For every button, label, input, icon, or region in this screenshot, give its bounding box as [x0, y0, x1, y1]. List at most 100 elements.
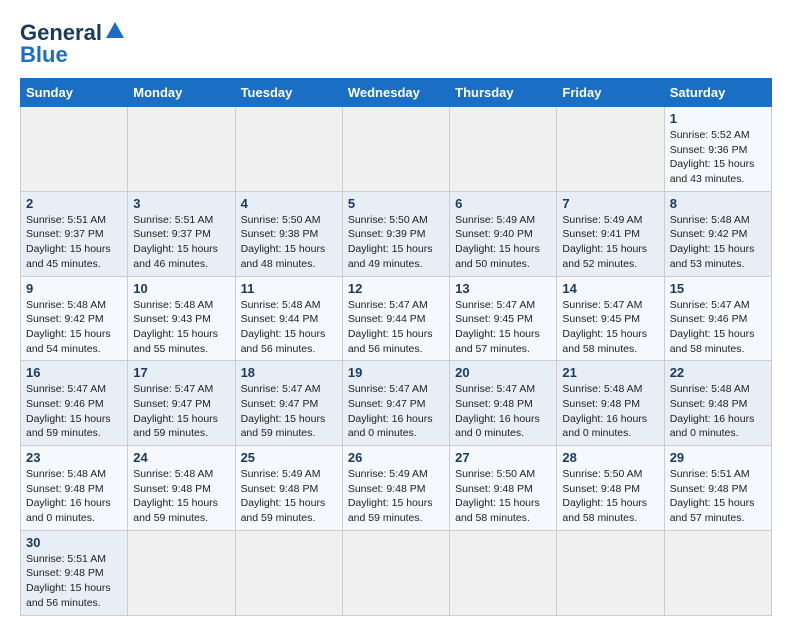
- day-info: Sunrise: 5:49 AMSunset: 9:48 PMDaylight:…: [348, 468, 433, 524]
- empty-cell: [450, 107, 557, 192]
- day-info: Sunrise: 5:52 AMSunset: 9:36 PMDaylight:…: [670, 129, 755, 185]
- calendar-day-27: 27 Sunrise: 5:50 AMSunset: 9:48 PMDaylig…: [450, 446, 557, 531]
- day-number: 25: [241, 450, 337, 465]
- calendar-body: 1 Sunrise: 5:52 AMSunset: 9:36 PMDayligh…: [21, 107, 772, 616]
- calendar-day-10: 10 Sunrise: 5:48 AMSunset: 9:43 PMDaylig…: [128, 276, 235, 361]
- day-info: Sunrise: 5:47 AMSunset: 9:45 PMDaylight:…: [562, 299, 647, 355]
- empty-cell: [235, 107, 342, 192]
- empty-cell: [128, 530, 235, 615]
- day-info: Sunrise: 5:48 AMSunset: 9:48 PMDaylight:…: [133, 468, 218, 524]
- day-info: Sunrise: 5:47 AMSunset: 9:46 PMDaylight:…: [670, 299, 755, 355]
- day-info: Sunrise: 5:51 AMSunset: 9:48 PMDaylight:…: [670, 468, 755, 524]
- day-number: 23: [26, 450, 122, 465]
- calendar-day-13: 13 Sunrise: 5:47 AMSunset: 9:45 PMDaylig…: [450, 276, 557, 361]
- empty-cell: [128, 107, 235, 192]
- calendar-day-12: 12 Sunrise: 5:47 AMSunset: 9:44 PMDaylig…: [342, 276, 449, 361]
- day-number: 8: [670, 196, 766, 211]
- page-header: General Blue: [20, 20, 772, 68]
- day-info: Sunrise: 5:51 AMSunset: 9:37 PMDaylight:…: [133, 214, 218, 270]
- calendar-day-28: 28 Sunrise: 5:50 AMSunset: 9:48 PMDaylig…: [557, 446, 664, 531]
- day-info: Sunrise: 5:48 AMSunset: 9:48 PMDaylight:…: [670, 383, 755, 439]
- day-number: 1: [670, 111, 766, 126]
- calendar-day-29: 29 Sunrise: 5:51 AMSunset: 9:48 PMDaylig…: [664, 446, 771, 531]
- empty-cell: [557, 107, 664, 192]
- logo: General Blue: [20, 20, 126, 68]
- day-number: 15: [670, 281, 766, 296]
- empty-cell: [342, 530, 449, 615]
- calendar-day-23: 23 Sunrise: 5:48 AMSunset: 9:48 PMDaylig…: [21, 446, 128, 531]
- calendar-day-6: 6 Sunrise: 5:49 AMSunset: 9:40 PMDayligh…: [450, 191, 557, 276]
- weekday-header-tuesday: Tuesday: [235, 79, 342, 107]
- day-info: Sunrise: 5:47 AMSunset: 9:47 PMDaylight:…: [241, 383, 326, 439]
- weekday-header-sunday: Sunday: [21, 79, 128, 107]
- calendar-day-1: 1 Sunrise: 5:52 AMSunset: 9:36 PMDayligh…: [664, 107, 771, 192]
- day-info: Sunrise: 5:50 AMSunset: 9:48 PMDaylight:…: [455, 468, 540, 524]
- day-number: 5: [348, 196, 444, 211]
- day-info: Sunrise: 5:50 AMSunset: 9:38 PMDaylight:…: [241, 214, 326, 270]
- weekday-header-saturday: Saturday: [664, 79, 771, 107]
- calendar-day-18: 18 Sunrise: 5:47 AMSunset: 9:47 PMDaylig…: [235, 361, 342, 446]
- weekday-header-friday: Friday: [557, 79, 664, 107]
- day-number: 16: [26, 365, 122, 380]
- calendar-day-5: 5 Sunrise: 5:50 AMSunset: 9:39 PMDayligh…: [342, 191, 449, 276]
- day-info: Sunrise: 5:48 AMSunset: 9:48 PMDaylight:…: [562, 383, 647, 439]
- day-number: 26: [348, 450, 444, 465]
- day-number: 29: [670, 450, 766, 465]
- day-number: 17: [133, 365, 229, 380]
- calendar-day-30: 30 Sunrise: 5:51 AMSunset: 9:48 PMDaylig…: [21, 530, 128, 615]
- calendar-day-24: 24 Sunrise: 5:48 AMSunset: 9:48 PMDaylig…: [128, 446, 235, 531]
- empty-cell: [21, 107, 128, 192]
- calendar-week-3: 9 Sunrise: 5:48 AMSunset: 9:42 PMDayligh…: [21, 276, 772, 361]
- weekday-header-monday: Monday: [128, 79, 235, 107]
- calendar-day-21: 21 Sunrise: 5:48 AMSunset: 9:48 PMDaylig…: [557, 361, 664, 446]
- day-info: Sunrise: 5:49 AMSunset: 9:40 PMDaylight:…: [455, 214, 540, 270]
- day-info: Sunrise: 5:48 AMSunset: 9:42 PMDaylight:…: [670, 214, 755, 270]
- empty-cell: [557, 530, 664, 615]
- logo-blue: Blue: [20, 42, 68, 68]
- calendar-week-5: 23 Sunrise: 5:48 AMSunset: 9:48 PMDaylig…: [21, 446, 772, 531]
- calendar-day-7: 7 Sunrise: 5:49 AMSunset: 9:41 PMDayligh…: [557, 191, 664, 276]
- calendar-day-20: 20 Sunrise: 5:47 AMSunset: 9:48 PMDaylig…: [450, 361, 557, 446]
- day-number: 21: [562, 365, 658, 380]
- day-number: 7: [562, 196, 658, 211]
- day-number: 4: [241, 196, 337, 211]
- calendar-day-16: 16 Sunrise: 5:47 AMSunset: 9:46 PMDaylig…: [21, 361, 128, 446]
- calendar-day-9: 9 Sunrise: 5:48 AMSunset: 9:42 PMDayligh…: [21, 276, 128, 361]
- day-info: Sunrise: 5:48 AMSunset: 9:44 PMDaylight:…: [241, 299, 326, 355]
- day-number: 6: [455, 196, 551, 211]
- calendar-day-19: 19 Sunrise: 5:47 AMSunset: 9:47 PMDaylig…: [342, 361, 449, 446]
- day-number: 28: [562, 450, 658, 465]
- day-number: 13: [455, 281, 551, 296]
- calendar-week-1: 1 Sunrise: 5:52 AMSunset: 9:36 PMDayligh…: [21, 107, 772, 192]
- day-number: 22: [670, 365, 766, 380]
- calendar-day-26: 26 Sunrise: 5:49 AMSunset: 9:48 PMDaylig…: [342, 446, 449, 531]
- day-number: 12: [348, 281, 444, 296]
- day-info: Sunrise: 5:50 AMSunset: 9:48 PMDaylight:…: [562, 468, 647, 524]
- day-info: Sunrise: 5:47 AMSunset: 9:46 PMDaylight:…: [26, 383, 111, 439]
- day-info: Sunrise: 5:47 AMSunset: 9:48 PMDaylight:…: [455, 383, 540, 439]
- day-number: 18: [241, 365, 337, 380]
- calendar-week-6: 30 Sunrise: 5:51 AMSunset: 9:48 PMDaylig…: [21, 530, 772, 615]
- day-number: 20: [455, 365, 551, 380]
- calendar-day-22: 22 Sunrise: 5:48 AMSunset: 9:48 PMDaylig…: [664, 361, 771, 446]
- calendar-day-2: 2 Sunrise: 5:51 AMSunset: 9:37 PMDayligh…: [21, 191, 128, 276]
- logo-icon: [104, 20, 126, 42]
- calendar-day-11: 11 Sunrise: 5:48 AMSunset: 9:44 PMDaylig…: [235, 276, 342, 361]
- calendar-day-14: 14 Sunrise: 5:47 AMSunset: 9:45 PMDaylig…: [557, 276, 664, 361]
- day-info: Sunrise: 5:47 AMSunset: 9:44 PMDaylight:…: [348, 299, 433, 355]
- day-number: 9: [26, 281, 122, 296]
- day-info: Sunrise: 5:48 AMSunset: 9:42 PMDaylight:…: [26, 299, 111, 355]
- calendar-day-3: 3 Sunrise: 5:51 AMSunset: 9:37 PMDayligh…: [128, 191, 235, 276]
- day-info: Sunrise: 5:47 AMSunset: 9:45 PMDaylight:…: [455, 299, 540, 355]
- calendar-day-4: 4 Sunrise: 5:50 AMSunset: 9:38 PMDayligh…: [235, 191, 342, 276]
- day-number: 30: [26, 535, 122, 550]
- empty-cell: [342, 107, 449, 192]
- day-number: 24: [133, 450, 229, 465]
- day-info: Sunrise: 5:48 AMSunset: 9:48 PMDaylight:…: [26, 468, 111, 524]
- day-info: Sunrise: 5:48 AMSunset: 9:43 PMDaylight:…: [133, 299, 218, 355]
- day-number: 19: [348, 365, 444, 380]
- day-info: Sunrise: 5:51 AMSunset: 9:37 PMDaylight:…: [26, 214, 111, 270]
- day-number: 10: [133, 281, 229, 296]
- empty-cell: [664, 530, 771, 615]
- calendar-week-4: 16 Sunrise: 5:47 AMSunset: 9:46 PMDaylig…: [21, 361, 772, 446]
